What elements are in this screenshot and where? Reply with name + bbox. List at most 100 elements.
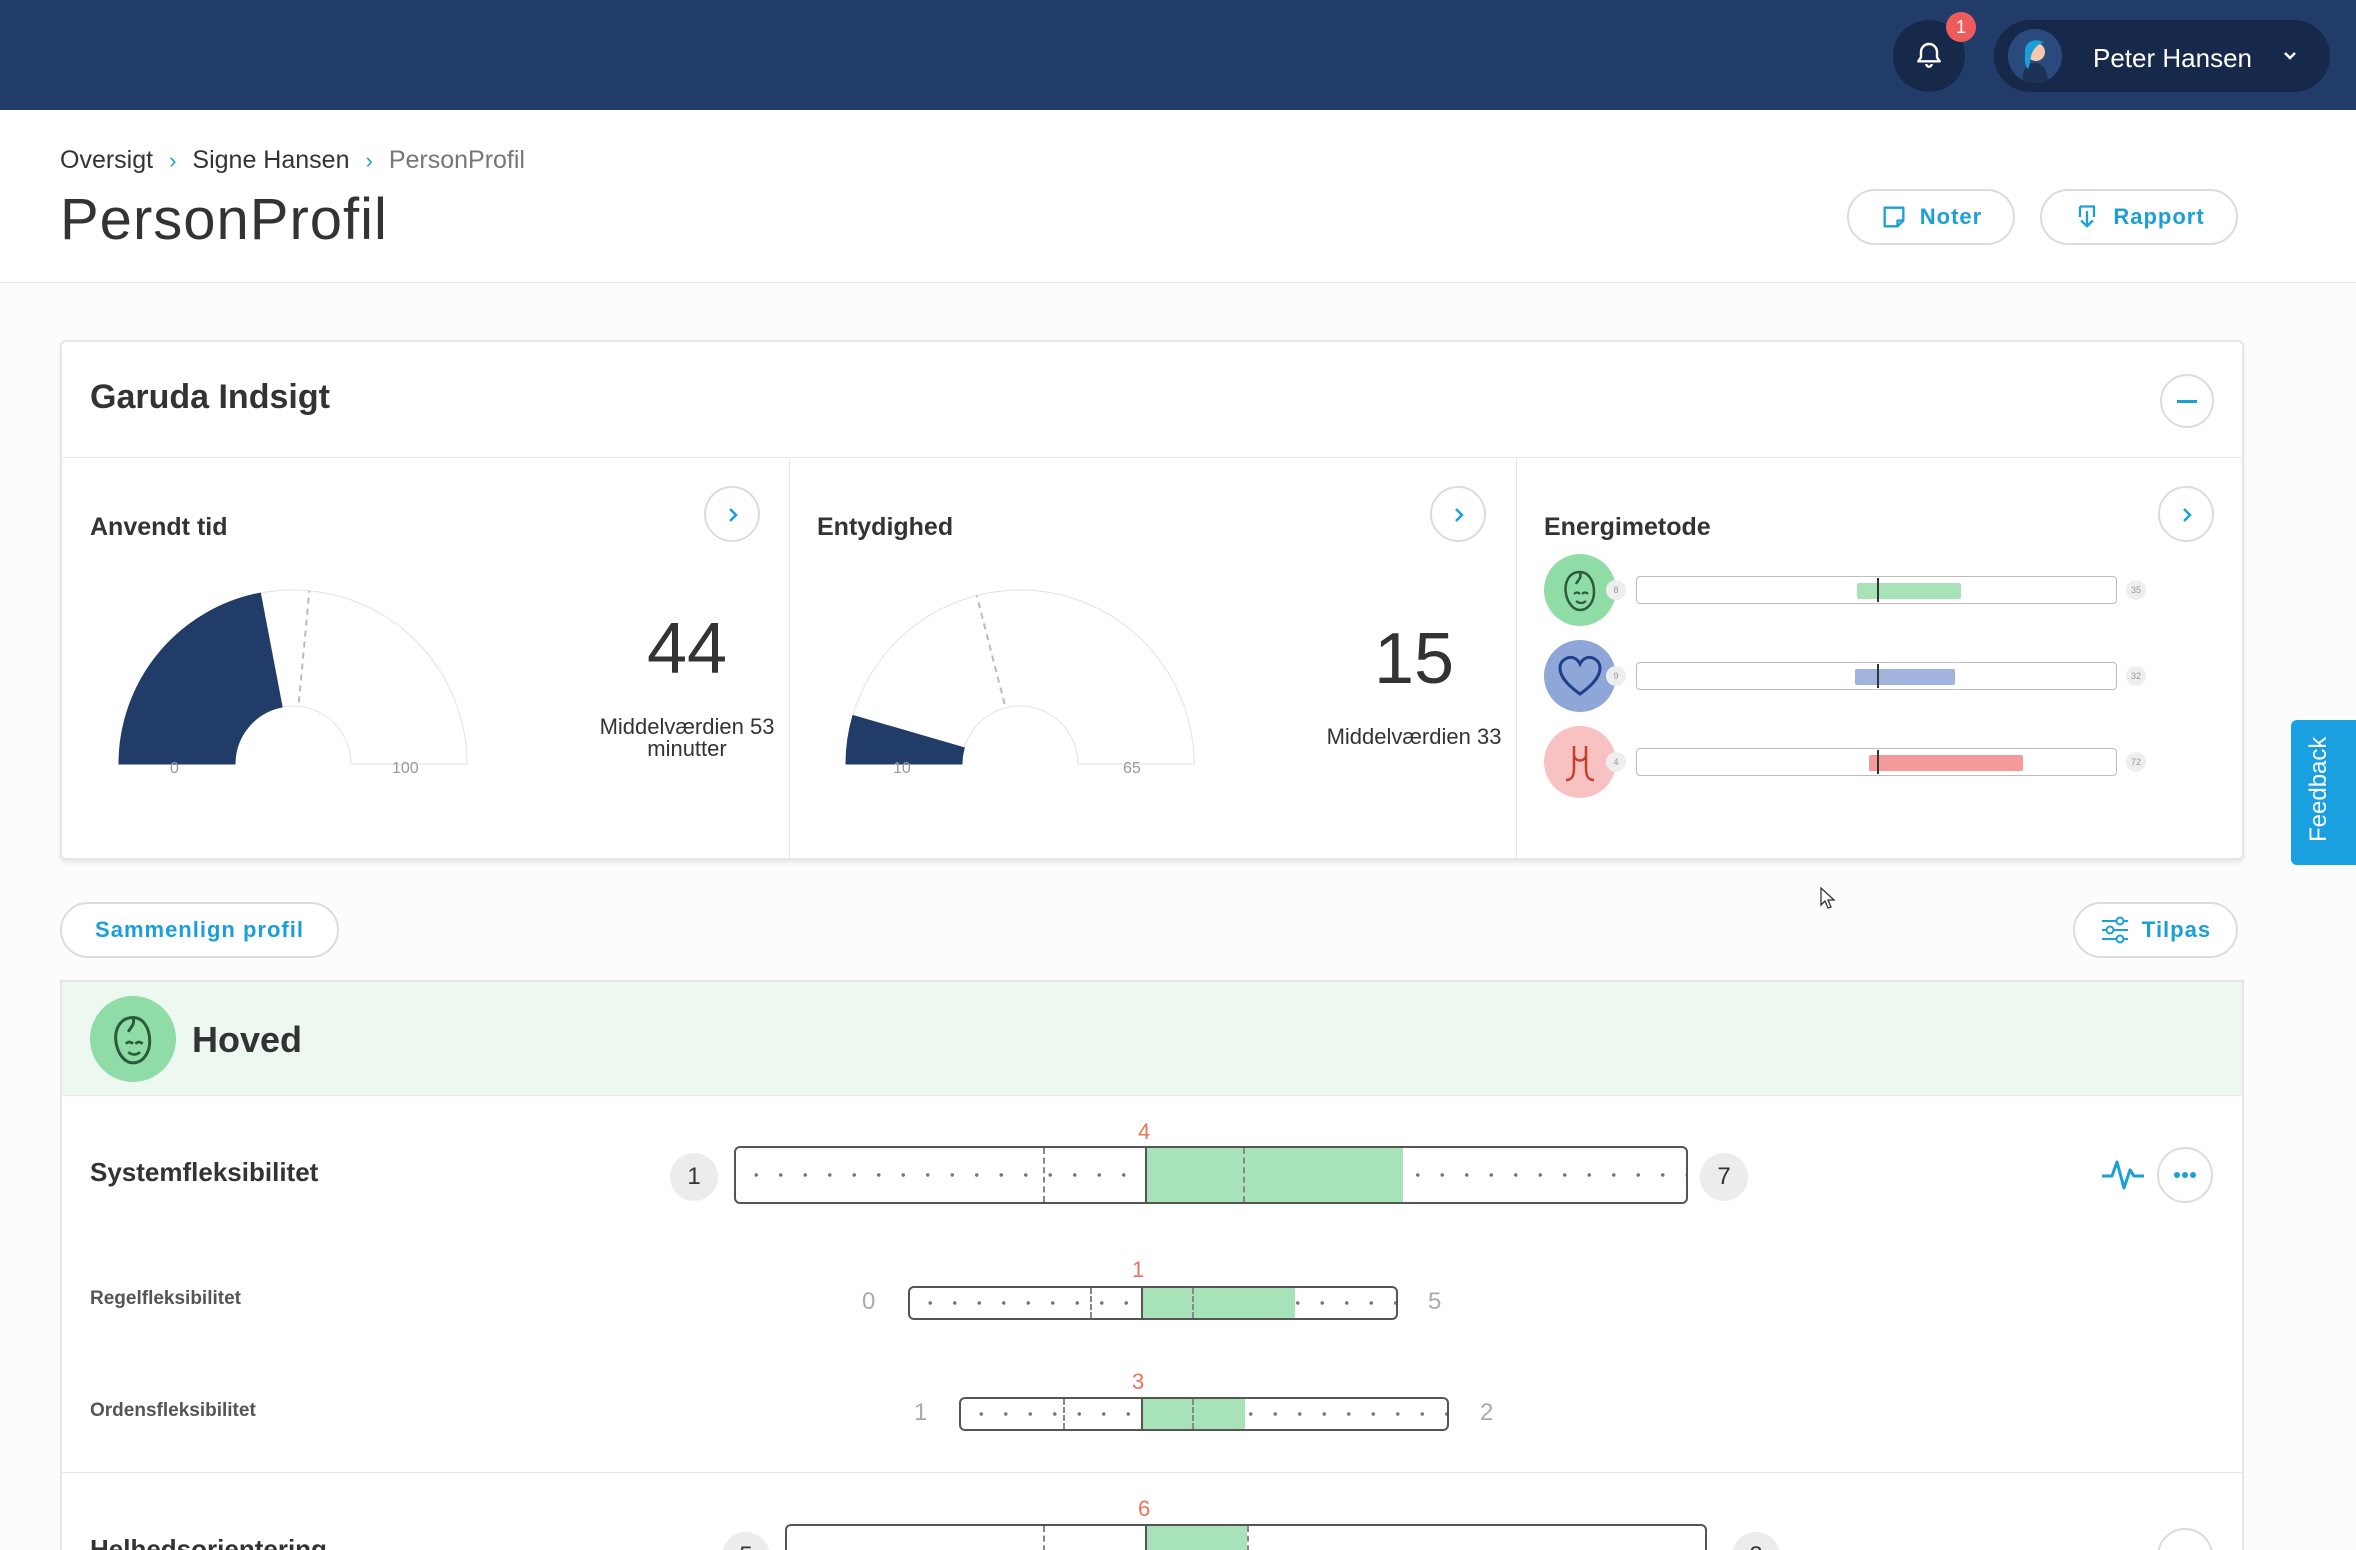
- scale-dash: [1043, 1148, 1045, 1202]
- chevron-right-icon: [729, 508, 738, 522]
- breadcrumb-signe-hansen[interactable]: Signe Hansen: [192, 146, 349, 175]
- download-icon: [2079, 205, 2096, 228]
- gauge-max-label: 65: [1123, 760, 1141, 777]
- customize-button[interactable]: Tilpas: [2073, 902, 2238, 958]
- breadcrumb-oversigt[interactable]: Oversigt: [60, 146, 153, 175]
- page-title: PersonProfil: [60, 187, 388, 252]
- more-options-button[interactable]: [2157, 1528, 2213, 1550]
- notes-label: Noter: [1919, 204, 1983, 229]
- user-menu[interactable]: Peter Hansen: [1994, 20, 2330, 92]
- hoved-title: Hoved: [192, 1019, 303, 1060]
- sliders-icon: [2101, 916, 2128, 944]
- anvendt-tid-gauge: [118, 589, 468, 765]
- scale-fill: [1141, 1288, 1295, 1318]
- energy-min-badge: 8: [1606, 580, 1626, 600]
- panel-title: Entydighed: [817, 513, 954, 541]
- chevron-right-icon: [2183, 508, 2192, 522]
- score-number: 4: [1138, 1119, 1151, 1144]
- scale-fill: [1145, 1148, 1403, 1202]
- panel-entydighed: Entydighed 10 65 15 Middelværdien 33: [789, 458, 1516, 858]
- score-number: 1: [1132, 1257, 1145, 1282]
- entydighed-mean: Middelværdien 33: [1326, 724, 1502, 749]
- scale-left-badge: 5: [722, 1532, 770, 1550]
- energy-max-badge: 32: [2126, 666, 2146, 686]
- scale-dash: [1243, 1148, 1245, 1202]
- avatar: [2008, 29, 2062, 83]
- gauge-min-label: 10: [893, 760, 911, 777]
- energy-bar-heart: [1636, 662, 2117, 690]
- scale-bar-ordensfleksibilitet: [959, 1397, 1449, 1431]
- panel-title: Anvendt tid: [90, 513, 228, 541]
- more-options-button[interactable]: [2157, 1147, 2213, 1203]
- energy-min-badge: 9: [1606, 666, 1626, 686]
- chevron-right-icon: ›: [365, 147, 373, 173]
- insight-card: Garuda Indsigt Anvendt tid 0 100 44 Midd…: [60, 340, 2244, 860]
- scale-dash: [1192, 1288, 1194, 1318]
- energy-mean-marker: [1877, 750, 1879, 774]
- energimetode-details-button[interactable]: [2158, 486, 2214, 542]
- divider: [62, 1472, 2242, 1473]
- head-icon: [90, 996, 176, 1082]
- scale-right-badge: 7: [1700, 1153, 1748, 1201]
- anvendt-tid-details-button[interactable]: [704, 486, 760, 542]
- bell-icon: [1917, 42, 1941, 68]
- scale-right-value: 2: [1480, 1399, 1494, 1426]
- feedback-label: Feedback: [2305, 736, 2332, 842]
- scale-dash: [1063, 1399, 1065, 1429]
- entydighed-value: 15: [1373, 619, 1455, 699]
- scale-dash: [1192, 1399, 1194, 1429]
- notes-button[interactable]: Noter: [1847, 189, 2015, 245]
- scale-marker: [1145, 1148, 1147, 1202]
- chevron-down-icon: [2284, 52, 2296, 60]
- compare-profile-label: Sammenlign profil: [95, 917, 304, 942]
- user-name: Peter Hansen: [2093, 43, 2252, 73]
- collapse-button[interactable]: [2160, 374, 2214, 428]
- compare-profile-button[interactable]: Sammenlign profil: [60, 902, 339, 958]
- energy-mean-marker: [1877, 664, 1879, 688]
- energy-fill: [1857, 583, 1961, 599]
- panel-anvendt-tid: Anvendt tid 0 100 44 Middelværdien 53 mi…: [62, 458, 789, 858]
- energy-min-badge: 4: [1606, 752, 1626, 772]
- scale-bar-systemfleksibilitet: [734, 1146, 1688, 1204]
- scale-dash: [1247, 1526, 1249, 1550]
- row-label-systemfleksibilitet: Systemfleksibilitet: [90, 1157, 319, 1187]
- energy-max-badge: 72: [2126, 752, 2146, 772]
- energy-bar-head: [1636, 576, 2117, 604]
- scale-bar-regelfleksibilitet: [908, 1286, 1398, 1320]
- scale-fill: [1145, 1526, 1247, 1550]
- scale-marker: [1145, 1526, 1147, 1550]
- energy-fill: [1869, 755, 2023, 771]
- scale-marker: [1141, 1288, 1143, 1318]
- breadcrumb: Oversigt › Signe Hansen › PersonProfil: [60, 146, 525, 175]
- row-label-helhedsorientering: Helhedsorientering: [90, 1534, 327, 1550]
- mouse-cursor-icon: [1820, 887, 1836, 909]
- scale-marker: [1141, 1399, 1143, 1429]
- note-icon: [1883, 206, 1905, 228]
- page-header: Oversigt › Signe Hansen › PersonProfil P…: [0, 110, 2356, 283]
- breadcrumb-current: PersonProfil: [388, 146, 525, 174]
- report-button[interactable]: Rapport: [2040, 189, 2238, 245]
- scale-right-value: 5: [1428, 1288, 1442, 1315]
- energy-max-badge: 35: [2126, 580, 2146, 600]
- top-bar: 1 Peter Hansen: [0, 0, 2356, 110]
- scale-bar-helhedsorientering: [785, 1524, 1707, 1550]
- entydighed-details-button[interactable]: [1430, 486, 1486, 542]
- scale-left-value: 1: [914, 1399, 928, 1426]
- gauge-max-label: 100: [392, 760, 419, 777]
- customize-label: Tilpas: [2141, 917, 2212, 942]
- pulse-icon[interactable]: [2100, 1154, 2146, 1194]
- panel-title: Energimetode: [1544, 513, 1711, 541]
- feedback-tab[interactable]: Feedback: [2291, 720, 2356, 865]
- panel-energimetode: Energimetode 8 35 9 32 4 72: [1516, 458, 2244, 858]
- score-number: 6: [1138, 1496, 1151, 1521]
- row-label-regelfleksibilitet: Regelfleksibilitet: [90, 1288, 241, 1309]
- hoved-header: Hoved: [62, 982, 2242, 1096]
- gauge-min-label: 0: [170, 760, 179, 777]
- hoved-section: Hoved Systemfleksibilitet 1 4 7 Regelfle…: [60, 980, 2244, 1550]
- energy-mean-marker: [1877, 578, 1879, 602]
- chevron-right-icon: ›: [169, 147, 177, 173]
- report-label: Rapport: [2113, 204, 2205, 229]
- scale-left-badge: 1: [670, 1153, 718, 1201]
- scale-dash: [1090, 1288, 1092, 1318]
- anvendt-tid-gauge-value-arc: [118, 592, 283, 765]
